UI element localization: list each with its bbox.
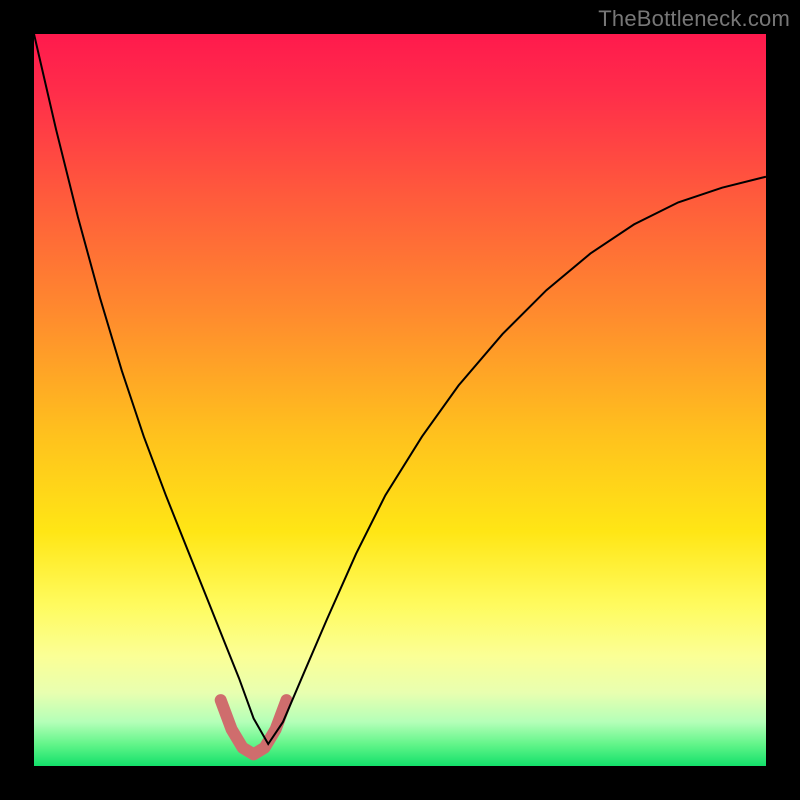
watermark-label: TheBottleneck.com — [598, 6, 790, 32]
bottom-highlight-path — [221, 700, 287, 754]
chart-frame — [34, 34, 766, 766]
chart-svg — [34, 34, 766, 766]
curve-path — [34, 34, 766, 744]
